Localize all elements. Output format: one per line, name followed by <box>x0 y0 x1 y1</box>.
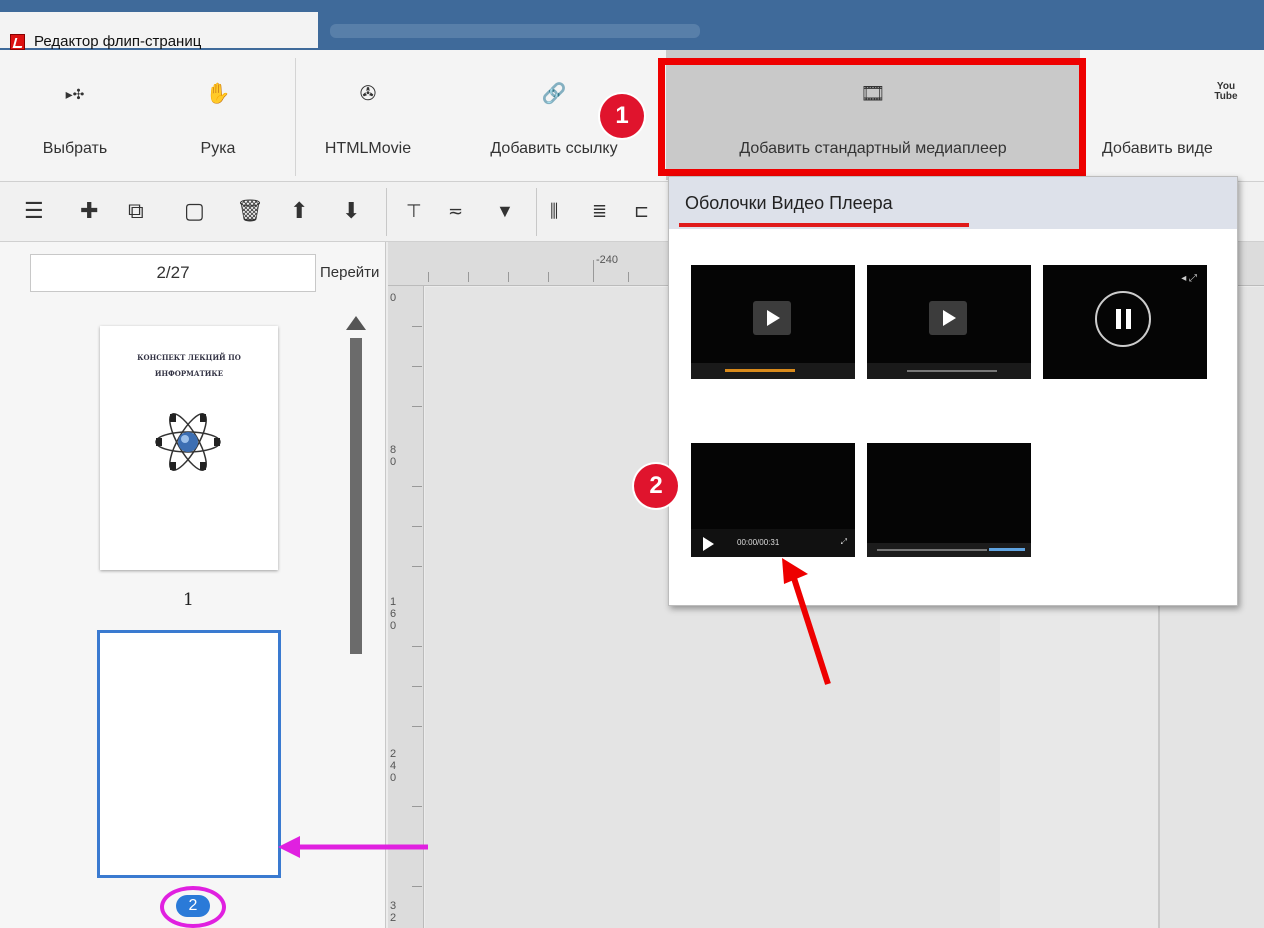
control-bar <box>691 363 855 379</box>
ruler-tick <box>593 260 594 282</box>
add-link-label: Добавить ссылку <box>490 140 618 157</box>
volume-bar <box>989 548 1025 551</box>
add-page-icon[interactable]: ✚ <box>80 196 98 226</box>
ruler-label: 80 <box>390 444 397 468</box>
step-2-badge: 2 <box>634 464 678 508</box>
app-icon <box>10 34 25 50</box>
page-number-input[interactable]: 2/27 <box>30 254 316 292</box>
toolbar-divider <box>295 58 296 176</box>
atom-icon <box>155 413 221 471</box>
copy-page-icon[interactable]: ▢ <box>184 196 205 226</box>
add-video-button[interactable]: You Tube Добавить виде <box>1096 50 1264 180</box>
move-up-icon[interactable]: ⬆ <box>290 196 308 226</box>
youtube-icon: You Tube <box>1214 81 1238 102</box>
list-icon[interactable]: ☰ <box>24 196 44 226</box>
go-button[interactable]: Перейти <box>320 264 379 281</box>
ruler-label: 160 <box>390 596 397 632</box>
hand-label: Рука <box>200 140 236 157</box>
align-bottom-icon[interactable]: ▼ <box>496 196 514 226</box>
insert-page-icon[interactable]: ⧉ <box>128 196 144 226</box>
distribute-h-icon[interactable]: ⫼ <box>550 196 558 226</box>
link-icon: 🔗 <box>541 83 567 105</box>
ruler-tick <box>412 486 422 487</box>
play-icon <box>929 301 967 335</box>
play-icon <box>753 301 791 335</box>
ruler-tick <box>412 646 422 647</box>
ruler-tick <box>628 272 629 282</box>
toolbar-divider <box>386 188 387 236</box>
thumbnail-title: КОНСПЕКТ ЛЕКЦИЙ ПО ИНФОРМАТИКЕ <box>137 353 241 378</box>
select-label: Выбрать <box>42 140 108 157</box>
ruler-tick <box>412 886 422 887</box>
player-skin-5[interactable] <box>867 443 1031 557</box>
scroll-up-icon[interactable] <box>346 316 366 330</box>
volume-fullscreen-icon: ◂ ⤢ <box>1181 273 1197 284</box>
pause-icon <box>1095 291 1151 347</box>
page-thumbnail-2-selected[interactable] <box>97 630 281 878</box>
control-bar <box>867 543 1031 557</box>
move-down-icon[interactable]: ⬇ <box>342 196 360 226</box>
page-1-number: 1 <box>183 590 194 610</box>
align-top-icon[interactable]: ⊤ <box>406 196 422 226</box>
app-window: Редактор флип-страниц ▸✣ Выбрать ✋ Рука … <box>0 0 1264 928</box>
popup-header: Оболочки Видео Плеера <box>669 177 1237 229</box>
pages-scrollbar[interactable] <box>350 338 362 654</box>
htmlmovie-button[interactable]: ✇ HTMLMovie <box>304 50 432 180</box>
progress-track <box>725 369 795 372</box>
ruler-tick <box>468 272 469 282</box>
hand-button[interactable]: ✋ Рука <box>176 50 260 180</box>
progress-track <box>877 549 987 551</box>
film-reel-icon: ✇ <box>359 83 377 105</box>
ruler-tick <box>548 272 549 282</box>
ruler-label: -240 <box>596 254 619 266</box>
cursor-move-icon: ▸✣ <box>65 86 85 102</box>
player-skin-1[interactable] <box>691 265 855 379</box>
align-middle-icon[interactable]: ≂ <box>448 196 463 226</box>
title-bar: Редактор флип-страниц <box>0 0 1264 50</box>
player-skin-4[interactable]: 00:00/00:31 ⤢ <box>691 443 855 557</box>
distribute-v-icon[interactable]: ≣ <box>592 196 607 226</box>
player-skin-3[interactable]: ◂ ⤢ <box>1043 265 1207 379</box>
ruler-tick <box>412 406 422 407</box>
progress-track <box>907 370 997 372</box>
ruler-tick <box>412 526 422 527</box>
align-left-icon[interactable]: ⊏ <box>634 196 649 226</box>
delete-page-icon[interactable]: 🗑 <box>236 196 264 226</box>
select-button[interactable]: ▸✣ Выбрать <box>28 50 122 180</box>
ruler-tick <box>412 806 422 807</box>
ruler-tick <box>412 726 422 727</box>
play-icon <box>703 537 714 551</box>
page-2-highlight-ring <box>160 886 226 928</box>
add-video-label: Добавить виде <box>1102 140 1213 157</box>
window-title: Редактор флип-страниц <box>34 33 202 50</box>
hand-icon: ✋ <box>205 83 231 105</box>
active-tab[interactable]: Редактор флип-страниц <box>0 12 318 50</box>
highlight-media-player-box <box>658 58 1086 176</box>
player-skin-2[interactable] <box>867 265 1031 379</box>
page-thumbnail-1[interactable]: КОНСПЕКТ ЛЕКЦИЙ ПО ИНФОРМАТИКЕ <box>100 326 278 570</box>
ruler-tick <box>508 272 509 282</box>
red-arrow-icon <box>782 558 831 685</box>
header-underline <box>679 223 969 227</box>
ruler-tick <box>412 566 422 567</box>
ruler-tick <box>412 366 422 367</box>
ruler-label: 0 <box>390 292 397 304</box>
control-bar <box>867 363 1031 379</box>
ruler-label: 240 <box>390 748 397 784</box>
ruler-tick <box>412 326 422 327</box>
htmlmovie-label: HTMLMovie <box>324 140 412 157</box>
toolbar-divider <box>536 188 537 236</box>
popup-title: Оболочки Видео Плеера <box>685 193 893 213</box>
control-bar: 00:00/00:31 ⤢ <box>691 529 855 557</box>
step-1-badge: 1 <box>600 94 644 138</box>
video-player-skins-popup: Оболочки Видео Плеера ◂ ⤢ 00:00/00:31 ⤢ <box>668 176 1238 606</box>
blurred-tab[interactable] <box>330 24 700 38</box>
ruler-tick <box>412 686 422 687</box>
time-display: 00:00/00:31 <box>737 538 780 547</box>
ruler-label: 32 <box>390 900 397 924</box>
ruler-tick <box>428 272 429 282</box>
magenta-arrow-icon <box>278 836 428 858</box>
fullscreen-icon: ⤢ <box>840 537 847 546</box>
